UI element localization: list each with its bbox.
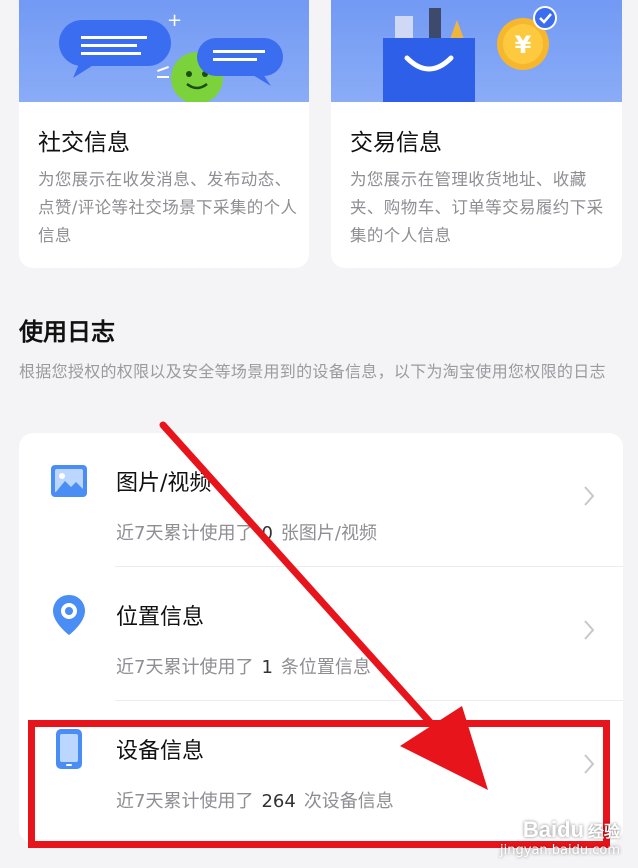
shopping-bag-yuan-icon: ¥: [383, 6, 557, 102]
usage-count: 1: [261, 657, 273, 678]
baidu-watermark: Baidu 经验 jingyan.baidu.com: [500, 817, 620, 858]
social-info-card[interactable]: + 社交信息 为您展示在收发消息、发布动态、点赞/评论等社交场景下采集的个人信息: [19, 0, 309, 268]
watermark-url: jingyan.baidu.com: [500, 843, 620, 858]
transaction-info-card[interactable]: ¥ 交易信息 为您展示在管理收货地址、收藏夹、购物车、订单等交易履约下采集的个人…: [331, 0, 622, 268]
log-item-summary: 近7天累计使用了 1 条位置信息: [116, 657, 371, 678]
card-description: 为您展示在收发消息、发布动态、点赞/评论等社交场景下采集的个人信息: [38, 170, 298, 245]
chevron-right-icon: [584, 486, 595, 506]
usage-count: 0: [261, 523, 273, 544]
card-description: 为您展示在管理收货地址、收藏夹、购物车、订单等交易履约下采集的个人信息: [350, 170, 604, 245]
usage-log-description: 根据您授权的权限以及安全等场景用到的设备信息，以下为淘宝使用您权限的日志: [19, 362, 606, 381]
log-item-images[interactable]: 图片/视频 近7天累计使用了 0 张图片/视频: [19, 433, 623, 567]
chevron-right-icon: [584, 620, 595, 640]
image-icon: [51, 465, 87, 497]
log-item-title: 图片/视频: [116, 471, 212, 496]
card-title: 交易信息: [350, 130, 442, 156]
watermark-logo: Baidu 经验: [522, 817, 620, 842]
log-item-title: 位置信息: [116, 605, 205, 630]
chat-bubbles-icon: +: [59, 10, 283, 102]
svg-text:¥: ¥: [515, 31, 532, 59]
log-item-summary: 近7天累计使用了 0 张图片/视频: [116, 523, 377, 544]
log-item-location[interactable]: 位置信息 近7天累计使用了 1 条位置信息: [19, 567, 623, 701]
svg-text:+: +: [167, 10, 182, 31]
location-pin-icon: [53, 595, 85, 635]
card-title: 社交信息: [38, 130, 130, 156]
usage-log-title: 使用日志: [19, 318, 115, 346]
